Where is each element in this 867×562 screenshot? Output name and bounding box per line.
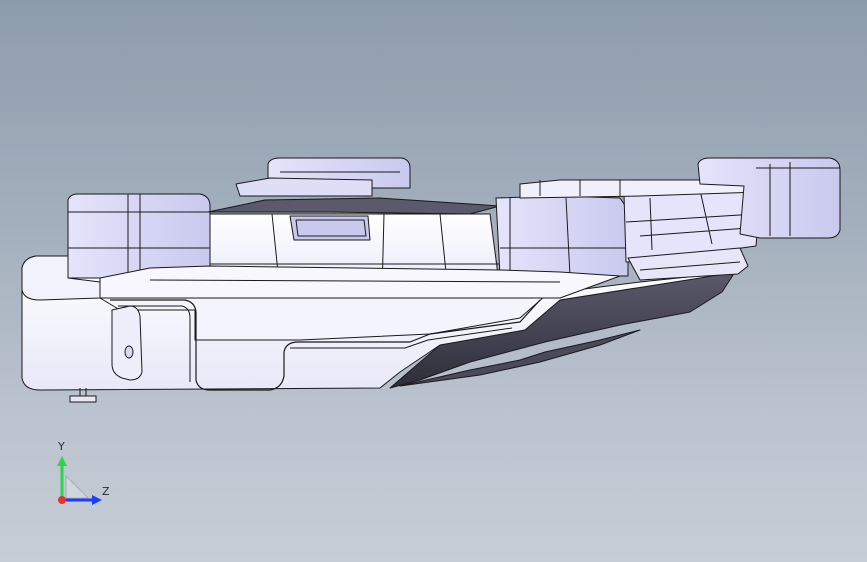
left-lug: [111, 305, 143, 381]
left-block: [67, 193, 211, 279]
triad-graphic: [57, 456, 102, 505]
bottom-foot: [69, 395, 97, 403]
lug-hole: [124, 345, 134, 359]
top-plate: [207, 197, 501, 215]
x-axis-dot: [58, 496, 66, 504]
orientation-triad[interactable]: Y Z: [40, 436, 130, 516]
triad-plane: [65, 475, 89, 499]
y-arrow-head: [57, 456, 67, 466]
z-arrow-head: [92, 495, 102, 505]
top-boss-left: [235, 177, 373, 197]
z-axis-label: Z: [102, 485, 110, 498]
y-axis-label: Y: [58, 440, 65, 453]
right-center-block: [495, 195, 629, 277]
graphics-viewport[interactable]: Y Z: [0, 0, 867, 562]
cad-part-model[interactable]: [0, 0, 867, 562]
